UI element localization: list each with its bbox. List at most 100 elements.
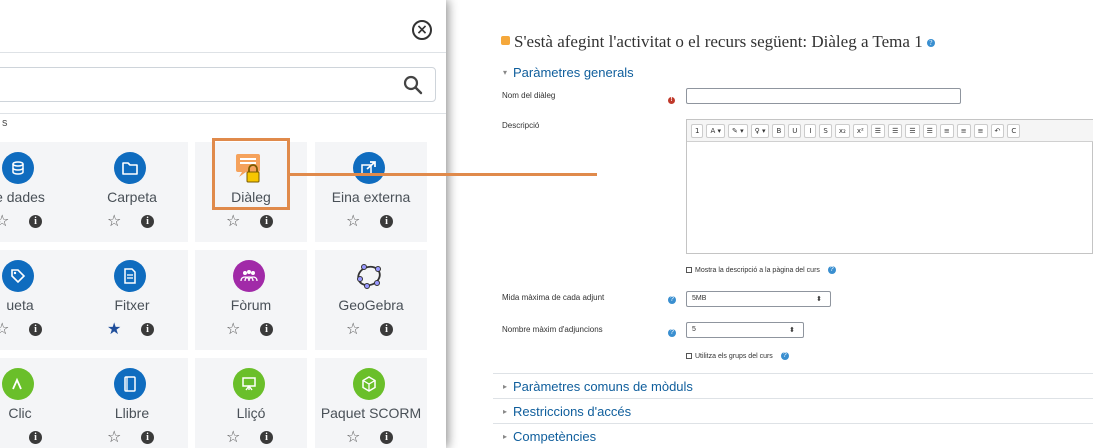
- chevron-right-icon: ▸: [503, 407, 508, 416]
- file-icon: [114, 260, 146, 292]
- info-icon[interactable]: i: [260, 215, 273, 228]
- toolbar-superscript-button[interactable]: x²: [852, 123, 868, 138]
- dialeg-highlight-frame: [212, 138, 290, 210]
- section-access-restrictions[interactable]: ▸ Restriccions d'accés: [503, 404, 631, 419]
- search-input[interactable]: [0, 68, 371, 101]
- star-icon[interactable]: ☆: [226, 429, 240, 445]
- toolbar-style-button[interactable]: A ▾: [706, 123, 725, 138]
- info-icon[interactable]: i: [141, 323, 154, 336]
- tile-label: Carpeta: [107, 189, 157, 205]
- star-icon[interactable]: ☆: [107, 429, 121, 445]
- info-icon[interactable]: i: [29, 431, 42, 444]
- description-editor[interactable]: 1 A ▾ ✎ ▾ ♀ ▾ B U I S x₂ x² ☰ ☰ ☰ ☰ ≡ ≡ …: [686, 119, 1093, 254]
- page-title: S'està afegint l'activitat o el recurs s…: [501, 32, 935, 52]
- toolbar-italic-button[interactable]: I: [804, 123, 817, 138]
- tile-llico[interactable]: Lliçó ☆ i: [195, 358, 307, 448]
- info-icon[interactable]: i: [141, 431, 154, 444]
- toolbar-unordered-list-button[interactable]: ☰: [870, 123, 886, 138]
- help-icon[interactable]: ?: [780, 352, 789, 360]
- help-icon[interactable]: ?: [827, 266, 836, 274]
- tile-carpeta[interactable]: Carpeta ☆ i: [76, 142, 188, 242]
- help-icon[interactable]: ?: [926, 39, 935, 48]
- select-arrow-icon: ⬍: [789, 326, 795, 334]
- help-icon[interactable]: ?: [668, 329, 676, 337]
- toolbar-toggle-button[interactable]: 1: [691, 123, 704, 138]
- database-icon: [2, 152, 34, 184]
- tile-llibre[interactable]: Llibre ☆ i: [76, 358, 188, 448]
- use-groups-label: Utilitza els grups del curs: [695, 352, 773, 360]
- max-size-label: Mida màxima de cada adjunt: [502, 293, 605, 302]
- tile-geogebra[interactable]: GeoGebra ☆ i: [315, 250, 427, 350]
- toolbar-undo-button[interactable]: ↶: [990, 123, 1005, 138]
- chevron-down-icon: ▾: [503, 68, 508, 77]
- external-tool-icon: [353, 152, 385, 184]
- toolbar-color-button[interactable]: ✎ ▾: [728, 123, 748, 138]
- toolbar-align-right-button[interactable]: ≡: [973, 123, 988, 138]
- star-icon[interactable]: ☆: [226, 321, 240, 337]
- star-filled-icon[interactable]: ★: [107, 321, 121, 337]
- star-icon[interactable]: ☆: [0, 213, 9, 229]
- toolbar-align-center-button[interactable]: ≡: [956, 123, 971, 138]
- section-divider: [493, 398, 1093, 399]
- star-icon[interactable]: ☆: [346, 321, 360, 337]
- name-field[interactable]: [686, 88, 961, 104]
- use-groups-row[interactable]: Utilitza els grups del curs ?: [686, 352, 789, 360]
- toolbar-underline-button[interactable]: U: [788, 123, 802, 138]
- section-common-module-settings[interactable]: ▸ Paràmetres comuns de mòduls: [503, 379, 693, 394]
- tile-label: Paquet SCORM: [320, 405, 422, 421]
- header-divider: [0, 52, 446, 53]
- close-icon: ×: [416, 22, 428, 38]
- tile-fitxer[interactable]: Fitxer ★ i: [76, 250, 188, 350]
- toolbar-subscript-button[interactable]: x₂: [834, 123, 850, 138]
- tile-eina-externa[interactable]: Eina externa ☆ i: [315, 142, 427, 242]
- toolbar-bold-button[interactable]: B: [772, 123, 786, 138]
- close-button[interactable]: ×: [412, 20, 432, 40]
- info-icon[interactable]: i: [380, 431, 393, 444]
- toolbar-ordered-list-button[interactable]: ☰: [888, 123, 903, 138]
- star-icon[interactable]: ☆: [226, 213, 240, 229]
- show-description-row[interactable]: Mostra la descripció a la pàgina del cur…: [686, 266, 836, 274]
- info-icon[interactable]: i: [29, 215, 42, 228]
- toolbar-align-left-button[interactable]: ≡: [939, 123, 954, 138]
- help-icon[interactable]: ?: [668, 296, 676, 304]
- screenshot-stage: × s e dades ☆ i Carpeta ☆ i Diàleg ☆ i E…: [0, 0, 1093, 448]
- star-icon[interactable]: ☆: [0, 321, 9, 337]
- star-icon[interactable]: ☆: [346, 213, 360, 229]
- tile-paquet-scorm[interactable]: Paquet SCORM ☆ i: [315, 358, 427, 448]
- tile-label: ueta: [6, 297, 34, 313]
- max-attachments-select[interactable]: 5 ⬍: [686, 322, 804, 338]
- toolbar-strike-button[interactable]: S: [819, 123, 832, 138]
- section-title: Paràmetres generals: [513, 65, 634, 80]
- section-general[interactable]: ▾ Paràmetres generals: [503, 65, 634, 80]
- info-icon[interactable]: i: [260, 323, 273, 336]
- section-divider: [493, 373, 1093, 374]
- toolbar-outdent-button[interactable]: ☰: [905, 123, 920, 138]
- star-icon[interactable]: ☆: [107, 213, 121, 229]
- dialog-module-icon: [501, 36, 510, 45]
- toolbar-accessibility-button[interactable]: ♀ ▾: [750, 123, 770, 138]
- info-icon[interactable]: i: [141, 215, 154, 228]
- tile-etiqueta[interactable]: ueta ☆ i: [0, 250, 76, 350]
- tile-database[interactable]: e dades ☆ i: [0, 142, 76, 242]
- tile-clic[interactable]: Clic i: [0, 358, 76, 448]
- info-icon[interactable]: i: [29, 323, 42, 336]
- checkbox[interactable]: [686, 266, 692, 273]
- required-icon: !: [668, 97, 675, 104]
- section-competencies[interactable]: ▸ Competències: [503, 429, 596, 444]
- checkbox[interactable]: [686, 352, 692, 359]
- info-icon[interactable]: i: [380, 323, 393, 336]
- tile-label: Fitxer: [114, 297, 150, 313]
- info-icon[interactable]: i: [260, 431, 273, 444]
- toolbar-indent-button[interactable]: ☰: [922, 123, 937, 138]
- search-box: [0, 67, 436, 102]
- info-icon[interactable]: i: [380, 215, 393, 228]
- page-title-text: S'està afegint l'activitat o el recurs s…: [514, 32, 923, 51]
- forum-icon: [233, 260, 265, 292]
- search-icon[interactable]: [403, 75, 423, 95]
- max-size-select[interactable]: 5MB ⬍: [686, 291, 831, 307]
- tile-label: Lliçó: [236, 405, 266, 421]
- star-icon[interactable]: ☆: [346, 429, 360, 445]
- book-icon: [114, 368, 146, 400]
- toolbar-redo-button[interactable]: C: [1007, 123, 1021, 138]
- tile-forum[interactable]: Fòrum ☆ i: [195, 250, 307, 350]
